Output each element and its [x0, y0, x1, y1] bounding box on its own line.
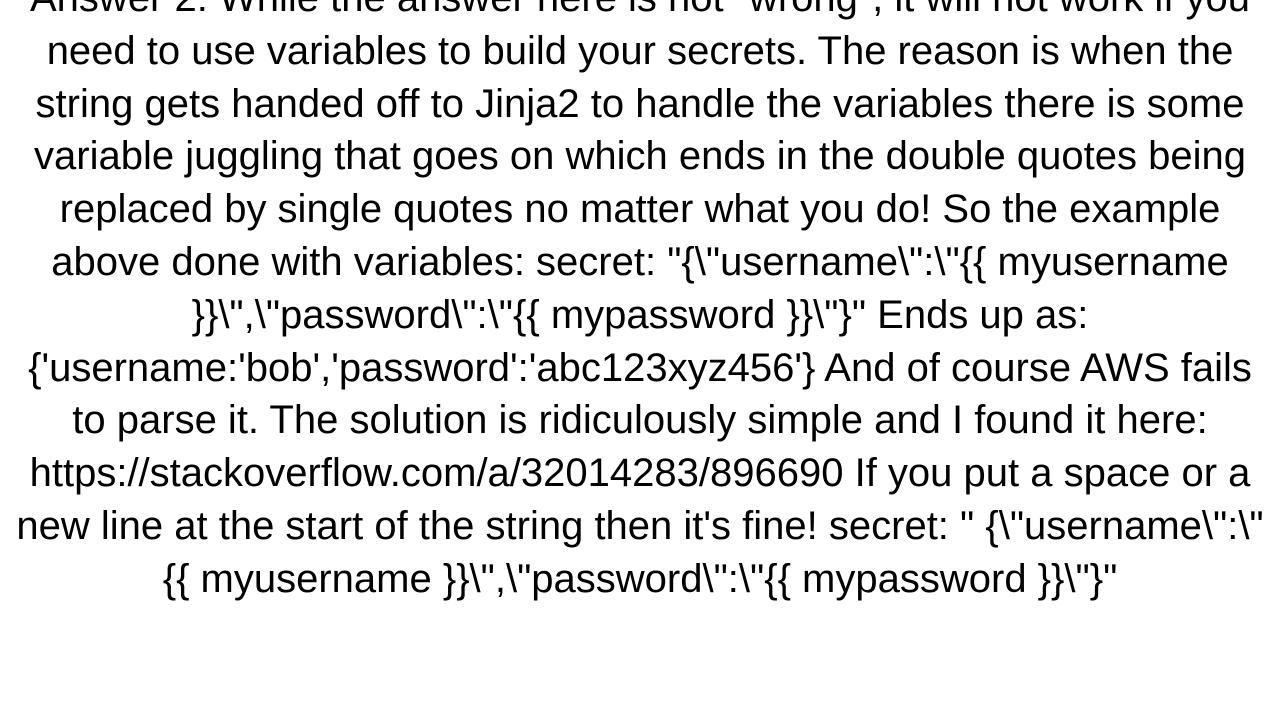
answer-body-text: Answer 2: While the answer here is not "…	[0, 0, 1280, 606]
